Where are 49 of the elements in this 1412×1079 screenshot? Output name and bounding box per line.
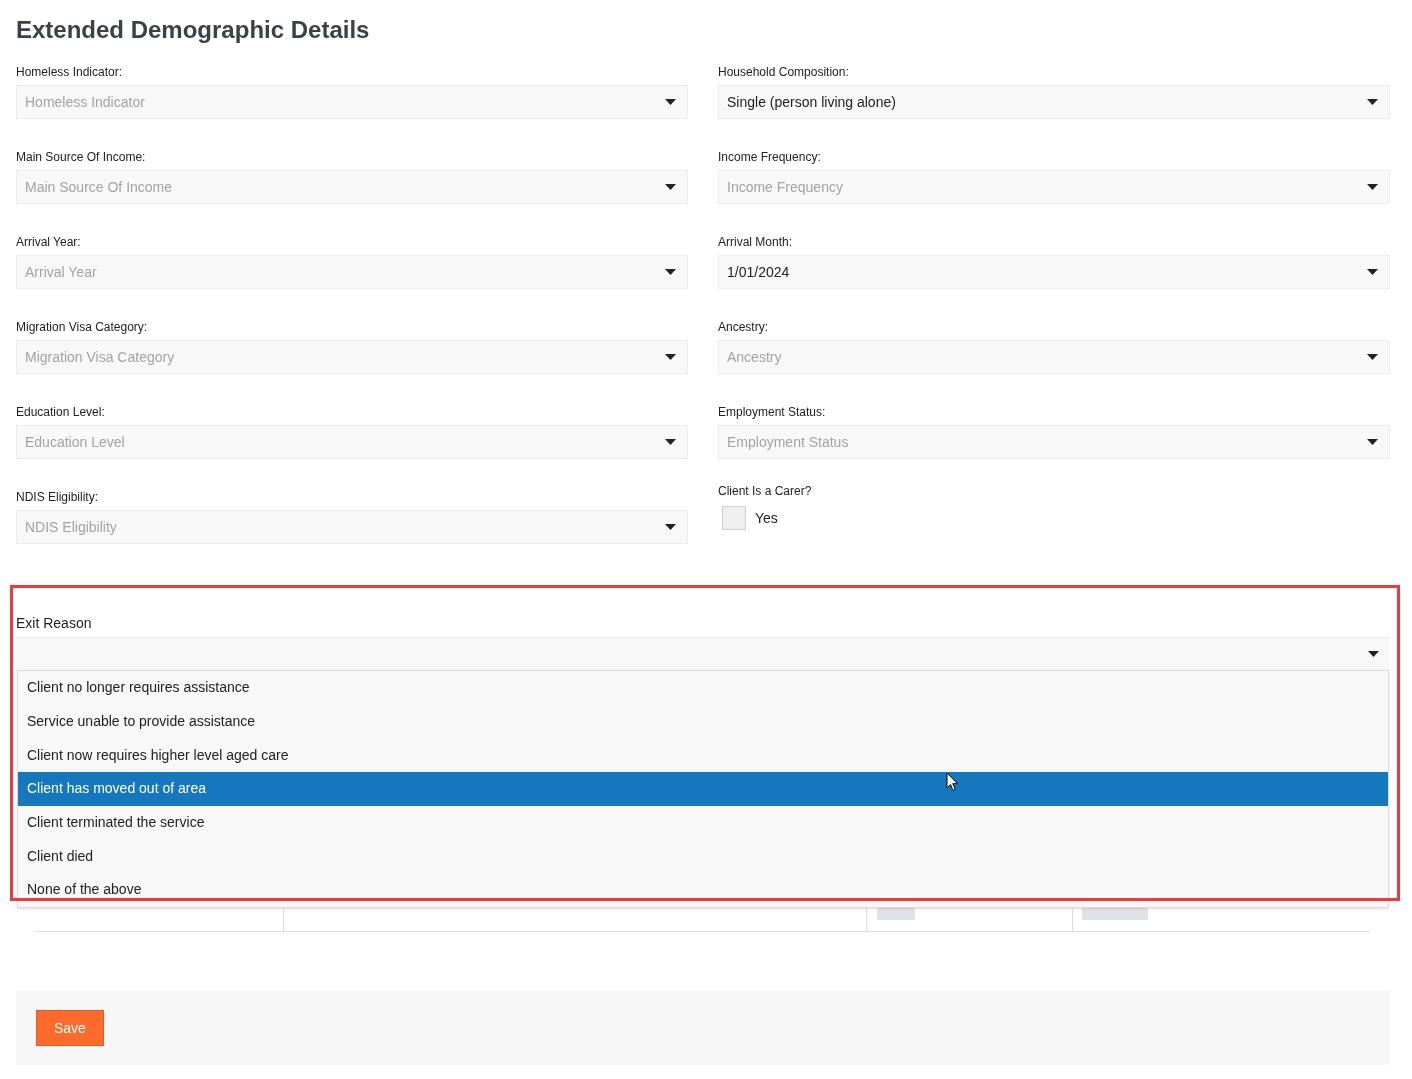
field-label: Exit Reason: [16, 614, 93, 632]
dropdown-caret-icon: [665, 524, 676, 530]
dropdown-caret-icon: [665, 354, 676, 360]
select-field[interactable]: Ancestry: [718, 340, 1390, 374]
select-field[interactable]: Arrival Year: [16, 255, 688, 289]
select-field[interactable]: [16, 637, 1390, 670]
select-field[interactable]: Homeless Indicator: [16, 85, 688, 119]
field-label: Income Frequency:: [718, 150, 822, 164]
field-label: Household Composition:: [718, 65, 850, 79]
select-field[interactable]: Migration Visa Category: [16, 340, 688, 374]
field-label: Employment Status:: [718, 405, 827, 419]
select-field[interactable]: Income Frequency: [718, 170, 1390, 204]
select-field[interactable]: Employment Status: [718, 425, 1390, 459]
dropdown-caret-icon: [665, 99, 676, 105]
dropdown-option[interactable]: Client died: [18, 839, 1388, 874]
field-label: Main Source Of Income:: [16, 150, 147, 164]
select-field[interactable]: NDIS Eligibility: [16, 510, 688, 544]
select-field[interactable]: Education Level: [16, 425, 688, 459]
field-label: Ancestry:: [718, 320, 769, 334]
checkbox-label[interactable]: Yes: [755, 507, 778, 529]
field-label: Education Level:: [16, 405, 106, 419]
dropdown-caret-icon: [1367, 354, 1378, 360]
field-label: Arrival Year:: [16, 235, 82, 249]
dropdown-caret-icon: [1367, 184, 1378, 190]
cursor-icon: [946, 772, 959, 792]
checkbox[interactable]: [722, 506, 746, 530]
dropdown-caret-icon: [665, 439, 676, 445]
page-title: Extended Demographic Details: [16, 15, 371, 45]
save-button[interactable]: Save: [36, 1010, 104, 1046]
dropdown-option[interactable]: Service unable to provide assistance: [18, 704, 1388, 739]
dropdown-option[interactable]: Client now requires higher level aged care: [18, 738, 1388, 773]
select-field[interactable]: Single (person living alone): [718, 85, 1390, 119]
field-label: Client Is a Carer?: [718, 484, 813, 498]
dropdown-option[interactable]: Client no longer requires assistance: [18, 671, 1388, 705]
dropdown-caret-icon: [1367, 99, 1378, 105]
field-label: Migration Visa Category:: [16, 320, 149, 334]
dropdown-caret-icon: [1368, 651, 1379, 657]
field-label: NDIS Eligibility:: [16, 490, 100, 504]
select-field[interactable]: 1/01/2024: [718, 255, 1390, 289]
dropdown-option[interactable]: Client has moved out of area: [18, 772, 1388, 806]
dropdown-caret-icon: [665, 184, 676, 190]
dropdown-option[interactable]: Client terminated the service: [18, 805, 1388, 840]
dropdown-caret-icon: [1367, 439, 1378, 445]
select-field[interactable]: Main Source Of Income: [16, 170, 688, 204]
dropdown-option[interactable]: None of the above: [18, 873, 1388, 907]
dropdown-caret-icon: [1367, 269, 1378, 275]
field-label: Homeless Indicator:: [16, 65, 124, 79]
field-label: Arrival Month:: [718, 235, 794, 249]
dropdown-caret-icon: [665, 269, 676, 275]
